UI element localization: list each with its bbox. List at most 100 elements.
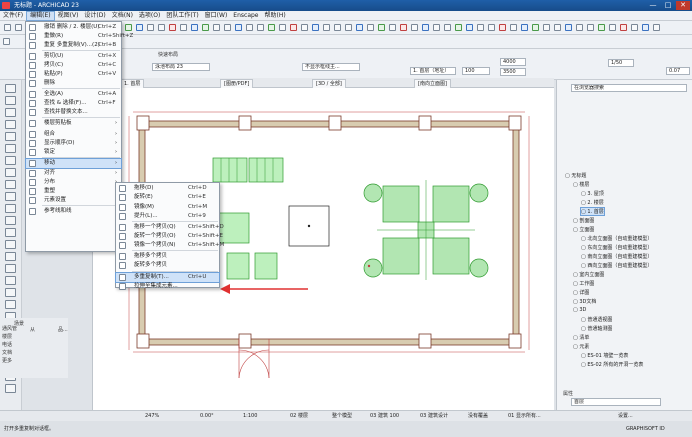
edit-menu-item[interactable]: 删除 — [26, 79, 121, 88]
tree-item[interactable]: ▢ 1. 首层 — [580, 207, 605, 216]
menu-teamwork[interactable]: 团队工作(T) — [163, 11, 201, 21]
tree-item[interactable]: ▢ 西向立面图（自动重建模型） — [581, 262, 652, 269]
tree-item[interactable]: ▢ 清单 — [573, 334, 589, 341]
toolbar-tool-icon[interactable] — [334, 24, 341, 31]
toolbox-tool-icon[interactable] — [5, 168, 16, 177]
toolbox-tool-icon[interactable] — [5, 84, 16, 93]
toolbar-tool-icon[interactable] — [653, 24, 660, 31]
menu-file[interactable]: 文件(F) — [0, 11, 26, 21]
toolbar-tool-icon[interactable] — [15, 24, 22, 31]
toolbar-tool-icon[interactable] — [378, 24, 385, 31]
tree-item[interactable]: ▢ 元素 — [573, 343, 589, 350]
toolbox-tool-icon[interactable] — [5, 252, 16, 261]
toolbar-tool-icon[interactable] — [444, 24, 451, 31]
toolbar-tool-icon[interactable] — [521, 24, 528, 31]
menu-help[interactable]: 帮助(H) — [262, 11, 289, 21]
tree-item[interactable]: ▢ 南向立面图（自动重建模型） — [581, 253, 652, 260]
toolbox-tool-icon[interactable] — [5, 216, 16, 225]
tree-item[interactable]: ▢ 东向立面图（自动重建模型） — [581, 244, 652, 251]
minimize-button[interactable]: — — [646, 1, 660, 10]
edit-menu-item[interactable]: 组合 › — [26, 130, 121, 139]
edit-menu-item[interactable]: 查找并替换文本... — [26, 108, 121, 117]
edit-menu-item[interactable]: 撤销 删除 / 2. 楼层(U) Ctrl+Z — [26, 23, 121, 32]
story-value-field[interactable]: 100 — [462, 67, 490, 75]
toolbar-tool-icon[interactable] — [488, 24, 495, 31]
structure-display-combo[interactable]: 不显示框线主... — [302, 63, 360, 71]
toolbar-tool-icon[interactable] — [202, 24, 209, 31]
toolbox-tool-icon[interactable] — [5, 156, 16, 165]
tree-item[interactable]: ▢ ES-01 墙壁一览表 — [581, 352, 628, 359]
toolbar-tool-icon[interactable] — [466, 24, 473, 31]
toolbar-tool-icon[interactable] — [532, 24, 539, 31]
toolbox-tool-icon[interactable] — [5, 120, 16, 129]
toolbox-tool-icon[interactable] — [5, 96, 16, 105]
toolbox-tool-icon[interactable] — [5, 300, 16, 309]
edit-menu-item[interactable]: 楼层剪贴板 › — [26, 119, 121, 128]
toolbar-tool-icon[interactable] — [499, 24, 506, 31]
toolbox-tool-icon[interactable] — [5, 144, 16, 153]
toolbar-tool-icon[interactable] — [510, 24, 517, 31]
move-submenu-item[interactable]: 镜像一个拷贝(N) Ctrl+Shift+M — [116, 241, 224, 250]
scale-field[interactable]: 1/50 — [608, 59, 634, 67]
toolbar-tool-icon[interactable] — [554, 24, 561, 31]
close-button[interactable]: ✕ — [676, 1, 690, 10]
toolbox-tool-icon[interactable] — [5, 192, 16, 201]
toolbar-tool-icon[interactable] — [158, 24, 165, 31]
toolbar-tool-icon[interactable] — [213, 24, 220, 31]
tree-item[interactable]: ▢ 北向立面图（自动重建模型） — [581, 235, 652, 242]
toolbar-tool-icon[interactable] — [345, 24, 352, 31]
tree-item[interactable]: ▢ 室内立面图 — [573, 271, 604, 278]
edit-menu-item[interactable]: 查找 & 选择(F)... Ctrl+F — [26, 99, 121, 108]
edit-menu-item[interactable]: 剪切(U) Ctrl+X — [26, 52, 121, 61]
edit-menu-item[interactable]: 粘贴(P) Ctrl+V — [26, 70, 121, 79]
dimension-field[interactable]: 0.07 — [666, 67, 690, 75]
toolbar-tool-icon[interactable] — [136, 24, 143, 31]
move-submenu-item[interactable]: 镜像(M) Ctrl+M — [116, 203, 219, 212]
edit-menu-item[interactable]: 对齐 › — [26, 169, 121, 178]
toolbar-tool-icon[interactable] — [268, 24, 275, 31]
toolbar-tool-icon[interactable] — [312, 24, 319, 31]
move-submenu-item[interactable]: 多重复制(T)... Ctrl+U — [115, 272, 220, 283]
graphisoft-id-link[interactable]: GRAPHISOFT ID — [626, 421, 665, 437]
edit-menu-item[interactable]: 重复 多重复制(V)...(2) Ctrl+B — [26, 41, 121, 50]
maximize-button[interactable]: □ — [661, 1, 675, 10]
edit-menu-item[interactable]: 参考线和线› — [26, 207, 121, 216]
move-submenu-item[interactable]: 拖移多个拷贝 — [116, 252, 219, 261]
toolbox-tool-icon[interactable] — [5, 384, 16, 393]
toolbar-tool-icon[interactable] — [433, 24, 440, 31]
menu-document[interactable]: 文档(N) — [109, 11, 136, 21]
move-submenu-item[interactable]: 拖移(D) Ctrl+D — [116, 184, 219, 193]
toolbar-tool-icon[interactable] — [323, 24, 330, 31]
navigator-search-input[interactable]: 在浏览器搜索 — [571, 84, 687, 92]
toolbar-tool-icon[interactable] — [180, 24, 187, 31]
menu-enscape[interactable]: Enscape — [230, 11, 261, 21]
edit-menu-item[interactable]: 分布› — [26, 178, 121, 187]
toolbar-tool-icon[interactable] — [565, 24, 572, 31]
toolbox-tool-icon[interactable] — [5, 228, 16, 237]
toolbar-tool-icon[interactable] — [422, 24, 429, 31]
move-submenu-item[interactable]: 拉伸至集成元素... — [116, 282, 219, 291]
toolbox-tool-icon[interactable] — [5, 132, 16, 141]
toolbox-tool-icon[interactable] — [5, 180, 16, 189]
toolbar-tool-icon[interactable] — [455, 24, 462, 31]
menu-design[interactable]: 设计(D) — [81, 11, 108, 21]
move-submenu-item[interactable]: 拖移一个拷贝(Q) Ctrl+Shift+D — [116, 223, 224, 232]
move-submenu-item[interactable]: 旋转多个拷贝 — [116, 261, 219, 270]
layer-combo[interactable]: 泳池布局 23 — [152, 63, 210, 71]
toolbar-tool-icon[interactable] — [224, 24, 231, 31]
toolbox-tool-icon[interactable] — [5, 108, 16, 117]
edit-menu-item[interactable]: 重做(R) Ctrl+Shift+Z — [26, 32, 133, 41]
tree-item[interactable]: ▢ 详图 — [573, 289, 589, 296]
elevation-a-field[interactable]: 4000 — [500, 58, 526, 66]
toolbar-tool-icon[interactable] — [587, 24, 594, 31]
toolbar-tool-icon[interactable] — [411, 24, 418, 31]
toolbar-tool-icon[interactable] — [620, 24, 627, 31]
edit-menu-item[interactable]: 锁定 › — [26, 148, 121, 157]
toolbar-tool-icon[interactable] — [169, 24, 176, 31]
tree-item[interactable]: ▢ ES-02 所有的开洞一览表 — [581, 361, 643, 368]
toolbar-tool-icon[interactable] — [609, 24, 616, 31]
toolbar-tool-icon[interactable] — [400, 24, 407, 31]
toolbar-tool-icon[interactable] — [356, 24, 363, 31]
menu-options[interactable]: 选项(O) — [136, 11, 163, 21]
floor-field[interactable]: 1. 首层（地址） — [410, 67, 456, 75]
